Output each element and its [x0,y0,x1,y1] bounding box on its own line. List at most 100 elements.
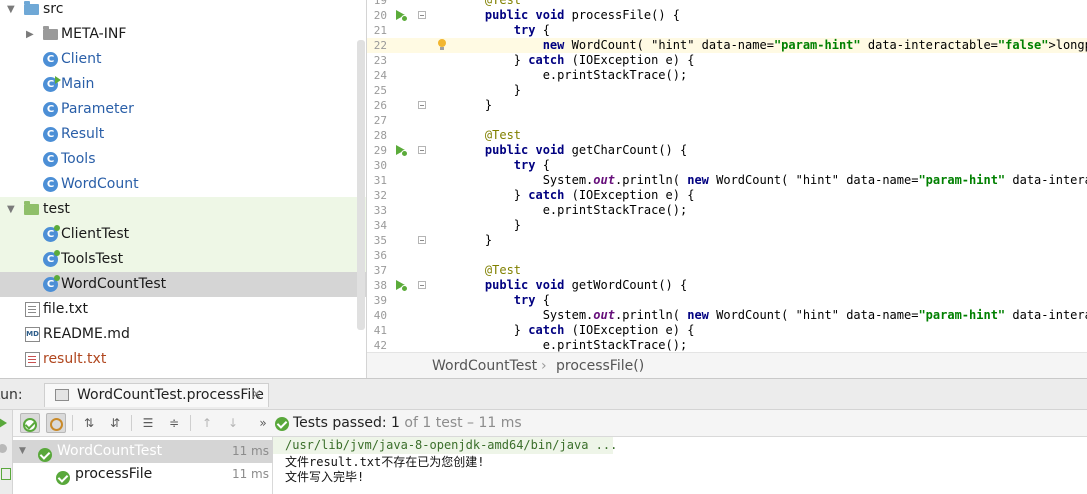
code-line[interactable]: 29 public void getCharCount() { [367,143,1087,158]
tree-item-readme[interactable]: MD README.md [0,322,366,347]
folder-icon [43,26,58,40]
code-line[interactable]: 32 } catch (IOException e) { [367,188,1087,203]
sort-alphabetically-button[interactable]: ⇅ [79,413,99,433]
code-text: } [456,218,522,232]
collapse-all-button[interactable]: ≑ [164,413,184,433]
fold-icon[interactable] [418,236,426,244]
code-line[interactable]: 21 try { [367,23,1087,38]
breadcrumb-method[interactable]: processFile() [556,353,644,379]
tree-scrollbar[interactable] [357,40,365,330]
code-line[interactable]: 39 try { [367,293,1087,308]
code-text: @Test [484,263,522,277]
tree-item-result[interactable]: C Result [0,122,366,147]
previous-test-button[interactable]: ↑ [197,413,217,433]
line-number: 30 [373,159,387,172]
code-line[interactable]: 22 new WordCount( "hint" data-name="para… [367,38,1087,53]
folder-icon [24,1,39,15]
tree-item-clienttest[interactable]: C ClientTest [0,222,366,247]
tree-item-file-txt[interactable]: file.txt [0,297,366,322]
project-tree: ▼ src ▶ META-INF C Client C Main C Param… [0,0,367,378]
code-line[interactable]: 42 e.printStackTrace(); [367,338,1087,352]
tree-item-src[interactable]: ▼ src [0,0,366,22]
test-suite-row[interactable]: ▼ WordCountTest 11 ms [13,440,273,463]
toolbar-separator [72,415,73,431]
code-line[interactable]: 40 System.out.println( new WordCount( "h… [367,308,1087,323]
arrow-down-icon: ↓ [227,416,239,430]
tree-item-label: result.txt [43,351,107,367]
fold-icon[interactable] [418,146,426,154]
code-line[interactable]: 30 try { [367,158,1087,173]
next-test-button[interactable]: ↓ [223,413,243,433]
test-status-text: Tests passed: 1 of 1 test – 11 ms [293,410,522,437]
code-line[interactable]: 19 @Test [367,0,1087,8]
line-number: 41 [373,324,387,337]
close-icon[interactable]: × [251,384,262,406]
code-line[interactable]: 38 public void getWordCount() { [367,278,1087,293]
sort-by-duration-button[interactable]: ⇵ [105,413,125,433]
run-test-icon[interactable] [394,9,408,22]
run-test-icon[interactable] [394,144,408,157]
stop-icon[interactable] [0,444,7,453]
code-line[interactable]: 26 } [367,98,1087,113]
code-line[interactable]: 37 @Test [367,263,1087,278]
line-number: 37 [373,264,387,277]
lightbulb-icon[interactable] [437,39,447,51]
check-icon [275,417,289,431]
fold-icon[interactable] [418,11,426,19]
code-text: try { [513,23,550,37]
tree-item-client[interactable]: C Client [0,47,366,72]
sort-duration-icon: ⇵ [109,416,121,430]
tree-item-tools[interactable]: C Tools [0,147,366,172]
tree-item-label: WordCountTest [61,276,167,292]
test-case-row[interactable]: processFile 11 ms [13,463,273,486]
code-line[interactable]: 41 } catch (IOException e) { [367,323,1087,338]
console-output[interactable]: /usr/lib/jvm/java-8-openjdk-amd64/bin/ja… [273,437,1087,494]
code-editor[interactable]: 19 @Test 20 public void processFile() {21… [367,0,1087,352]
code-line[interactable]: 28 @Test [367,128,1087,143]
line-number: 39 [373,294,387,307]
chevron-down-icon[interactable]: ▼ [7,197,15,222]
tree-item-parameter[interactable]: C Parameter [0,97,366,122]
export-icon[interactable] [1,468,11,480]
more-actions-button[interactable]: » [253,413,273,433]
line-number: 34 [373,219,387,232]
code-line[interactable]: 20 public void processFile() { [367,8,1087,23]
status-detail: of 1 test – 11 ms [404,415,522,431]
fold-icon[interactable] [418,281,426,289]
code-line[interactable]: 31 System.out.println( new WordCount( "h… [367,173,1087,188]
code-line[interactable]: 36 [367,248,1087,263]
test-class-icon: C [43,225,60,242]
show-passed-button[interactable] [20,413,40,433]
tree-item-toolstest[interactable]: C ToolsTest [0,247,366,272]
chevron-down-icon[interactable]: ▼ [19,440,26,463]
show-ignored-button[interactable] [46,413,66,433]
tree-item-main[interactable]: C Main [0,72,366,97]
run-tab[interactable]: WordCountTest.processFile × [44,383,269,407]
code-line[interactable]: 35 } [367,233,1087,248]
tree-item-label: README.md [43,326,130,342]
tree-item-label: ClientTest [61,226,130,242]
run-tab-label: WordCountTest.processFile [77,387,264,403]
code-line[interactable]: 34 } [367,218,1087,233]
tree-item-meta-inf[interactable]: ▶ META-INF [0,22,366,47]
test-class-icon: C [43,250,60,267]
tree-item-result-txt[interactable]: result.txt [0,347,366,372]
code-line[interactable]: 27 [367,113,1087,128]
code-text: @Test [484,0,522,7]
breadcrumb-class[interactable]: WordCountTest [432,353,537,379]
rerun-icon[interactable] [0,418,7,428]
chevron-down-icon[interactable]: ▼ [7,0,15,22]
chevron-right-icon[interactable]: ▶ [26,22,34,47]
tree-item-test[interactable]: ▼ test [0,197,366,222]
tree-item-wordcount[interactable]: C WordCount [0,172,366,197]
code-line[interactable]: 25 } [367,83,1087,98]
test-duration: 11 ms [231,444,269,458]
run-test-icon[interactable] [394,279,408,292]
fold-icon[interactable] [418,101,426,109]
tree-item-wordcounttest[interactable]: C WordCountTest [0,272,366,297]
code-line[interactable]: 33 e.printStackTrace(); [367,203,1087,218]
code-line[interactable]: 23 } catch (IOException e) { [367,53,1087,68]
code-line[interactable]: 24 e.printStackTrace(); [367,68,1087,83]
expand-all-button[interactable]: ☰ [138,413,158,433]
toolbar-separator [131,415,132,431]
